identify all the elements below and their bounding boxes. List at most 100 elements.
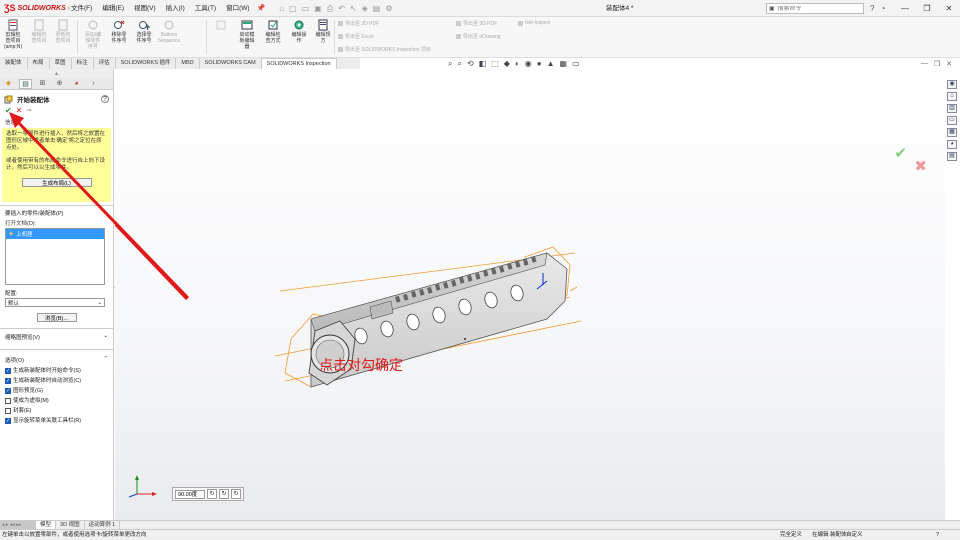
property-manager-icon[interactable]: ▤ — [19, 78, 32, 89]
list-item[interactable]: ◈ 上机匣 — [6, 229, 104, 239]
search-input[interactable] — [777, 5, 858, 12]
open-doc-icon[interactable]: ▭ — [302, 0, 310, 17]
edit-inspection-method-button[interactable]: 编辑检 查方式 — [262, 19, 284, 44]
export-excel-button[interactable]: 导出至 Excel — [338, 33, 374, 40]
pin-menu-icon[interactable]: 📌 — [257, 4, 266, 12]
viewport-restore-icon[interactable]: ❐ — [934, 60, 940, 68]
option-auto-browse[interactable]: ✓ 生成新装配体时自动浏览(C) — [0, 376, 113, 386]
browse-button[interactable]: 浏览(B)... — [36, 313, 77, 322]
insert-part-section-title[interactable]: 要插入的零件/装配体(P) — [0, 205, 113, 218]
print-icon[interactable]: ⎙ — [327, 0, 333, 17]
menu-edit[interactable]: 编辑(E) — [97, 0, 129, 17]
pin-icon[interactable]: ⊸ — [26, 106, 31, 116]
options-section[interactable]: 选项(O) ⌃ — [0, 349, 113, 366]
new-doc-icon[interactable]: ▢ — [289, 0, 297, 17]
cancel-corner-x-icon[interactable]: ✖ — [914, 157, 927, 175]
checkbox[interactable]: ✓ — [5, 378, 11, 384]
option-start-command[interactable]: ✓ 生成新装配体时开始命令(S) — [0, 366, 113, 376]
zoom-fit-icon[interactable]: ⌕ — [448, 59, 452, 69]
checkbox[interactable]: ✓ — [5, 368, 11, 374]
tab-inspection[interactable]: SOLIDWORKS Inspection — [261, 58, 337, 69]
edit-specification-button[interactable]: 编辑规 方 — [312, 19, 334, 44]
file-explorer-icon[interactable]: ▭ — [947, 116, 957, 125]
design-library-icon[interactable]: ▥ — [947, 104, 957, 113]
cancel-x-button[interactable]: ✕ — [16, 106, 23, 116]
ok-check-button[interactable]: ✔ — [5, 106, 12, 116]
units-selector[interactable]: 自定义 — [846, 530, 863, 540]
dimxpert-icon[interactable]: ⊕ — [53, 79, 66, 89]
tab-sketch[interactable]: 草图 — [50, 58, 72, 69]
rotate-x-icon[interactable]: ↻ — [207, 489, 217, 499]
export-3d-pdf-button[interactable]: 导出至 3D PDF — [456, 20, 497, 27]
home-icon[interactable]: ⌂ — [279, 0, 284, 17]
tab-assembly[interactable]: 装配体 — [0, 58, 28, 69]
checkbox[interactable] — [5, 408, 11, 414]
tab-addins[interactable]: SOLIDWORKS 插件 — [116, 58, 177, 69]
search-commands[interactable]: ▣ — [766, 3, 864, 14]
menu-file[interactable]: 文件(F) — [66, 0, 97, 17]
viewport-close-icon[interactable]: ✕ — [946, 60, 952, 68]
more-tabs-icon[interactable]: › — [87, 79, 100, 89]
tab-motion-study[interactable]: 运动算例 1 — [85, 521, 121, 529]
option-graphics-preview[interactable]: ✓ 图形预览(G) — [0, 386, 113, 396]
edit-inspection-item-button[interactable]: 编辑检 查项目 — [28, 19, 50, 44]
option-envelope[interactable]: 封套(E) — [0, 406, 113, 416]
tab-cam[interactable]: SOLIDWORKS CAM — [200, 58, 262, 69]
viewport-minimize-icon[interactable]: — — [921, 60, 928, 68]
edit-appearance-icon[interactable]: ● — [537, 59, 542, 69]
add-balloon-button[interactable]: 添加/编 辑零件 序号 — [82, 19, 104, 50]
export-2d-pdf-button[interactable]: 导出至 2D PDF — [338, 20, 379, 27]
previous-view-icon[interactable]: ⟲ — [467, 59, 474, 69]
custom-properties-icon[interactable]: ▤ — [947, 152, 957, 161]
menu-view[interactable]: 视图(V) — [129, 0, 161, 17]
launch-template-editor-button[interactable]: 启动模 板编辑 器 — [236, 19, 258, 50]
net-inspect-button[interactable]: Net-Inspect — [518, 20, 551, 26]
edit-operation-button[interactable]: 编辑操 作 — [288, 19, 310, 44]
apply-scene-icon[interactable]: ▲ — [547, 59, 555, 69]
undo-icon[interactable]: ↶ — [338, 0, 345, 17]
display-style-icon[interactable]: ◐ — [515, 59, 520, 69]
view-settings-icon[interactable]: ▦ — [560, 59, 568, 69]
graphics-area[interactable]: 点击对勾确定 ✔ ✖ — [115, 69, 945, 520]
rebuild-icon[interactable]: ◈ — [362, 0, 368, 17]
menu-window[interactable]: 窗口(W) — [221, 0, 254, 17]
remove-balloon-button[interactable]: 移除零 件序号 — [108, 19, 130, 44]
view-orientation-icon[interactable]: ◆ — [504, 59, 510, 69]
help-icon[interactable]: ? — [870, 0, 874, 17]
feature-manager-icon[interactable]: ◈ — [2, 79, 15, 89]
tab-markup[interactable]: 标注 — [72, 58, 94, 69]
tab-model[interactable]: 模型 — [36, 521, 57, 529]
view-palette-icon[interactable]: ▦ — [947, 128, 957, 137]
solidworks-logo[interactable]: ƷS SOLIDWORKS › — [0, 3, 70, 13]
thumbnail-preview-section[interactable]: 缩略图预览(V) ⌄ — [0, 328, 113, 343]
select-icon[interactable]: ↖ — [350, 0, 357, 17]
panel-expand-handle[interactable]: ▴ — [0, 69, 113, 78]
tab-layout[interactable]: 布局 — [28, 58, 50, 69]
export-edrawing-button[interactable]: 导出至 eDrawing — [456, 33, 501, 40]
rotate-z-icon[interactable]: ↻ — [231, 489, 241, 499]
checkbox[interactable]: ✓ — [5, 418, 11, 424]
status-help-icon[interactable]: ? — [936, 530, 939, 540]
menu-insert[interactable]: 插入(I) — [161, 0, 190, 17]
zoom-area-icon[interactable]: ⌕ — [457, 59, 461, 69]
appearances-icon[interactable]: ◕ — [947, 140, 957, 149]
checkbox[interactable] — [5, 398, 11, 404]
tab-evaluate[interactable]: 评估 — [94, 58, 116, 69]
minimize-button[interactable]: — — [894, 0, 916, 17]
option-rotate-toolbar[interactable]: ✓ 显示旋转菜单关联工具栏(R) — [0, 416, 113, 426]
select-balloon-button[interactable]: 选择零 件序号 — [133, 19, 155, 44]
tab-mbd[interactable]: MBD — [176, 58, 200, 69]
rotate-y-icon[interactable]: ↻ — [219, 489, 229, 499]
section-view-icon[interactable]: ◧ — [479, 59, 487, 69]
user-icon[interactable]: ◔ — [880, 0, 885, 17]
close-button[interactable]: ✕ — [938, 0, 960, 17]
dynamic-annotation-icon[interactable]: ⬚ — [491, 59, 499, 69]
checkbox[interactable]: ✓ — [5, 388, 11, 394]
home-icon[interactable]: ⌂ — [947, 92, 957, 101]
monitor-icon[interactable]: ▭ — [572, 59, 580, 69]
file-properties-icon[interactable]: ▤ — [373, 0, 381, 17]
help-icon[interactable]: ? — [101, 95, 109, 103]
export-inspection-project-button[interactable]: 导出至 SOLIDWORKS Inspection 项目 — [338, 46, 431, 53]
confirm-corner-check-icon[interactable]: ✔ — [894, 144, 907, 162]
tab-3d-views[interactable]: 3D 视图 — [56, 521, 85, 529]
